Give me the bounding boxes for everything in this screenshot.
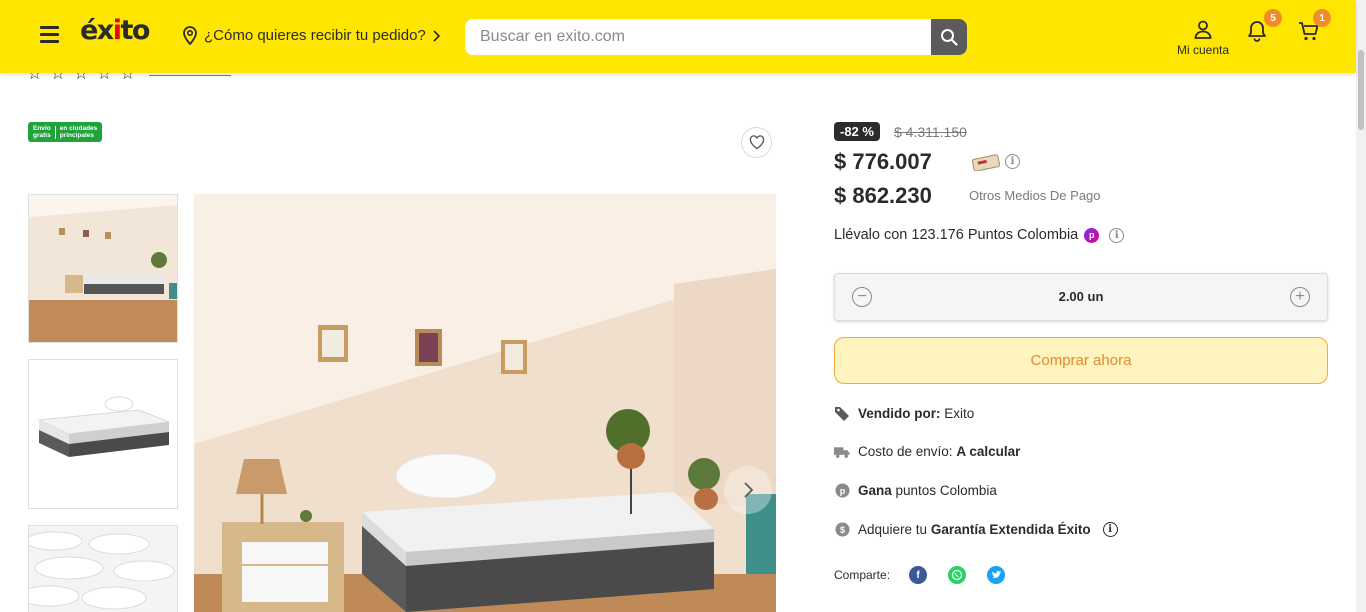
earn-label: Gana <box>858 483 892 498</box>
shipping-value: A calcular <box>956 444 1021 459</box>
bedroom-image <box>194 194 776 612</box>
free-shipping-text: gratis <box>33 132 51 139</box>
free-shipping-badge: Envío gratis en ciudades principales <box>28 122 103 142</box>
free-shipping-text: principales <box>59 132 95 139</box>
notifications-button[interactable]: 5 <box>1245 9 1282 48</box>
shipping-label: Costo de envío: <box>858 444 953 459</box>
exito-logo[interactable]: éxito <box>80 15 150 46</box>
user-icon <box>1194 20 1212 39</box>
other-payment-price: $ 862.230 <box>834 183 932 208</box>
warranty-info-icon[interactable]: i <box>1102 522 1118 537</box>
product-thumbnail[interactable] <box>28 525 178 612</box>
warranty-link[interactable]: Garantía Extendida Éxito <box>931 522 1091 537</box>
truck-icon <box>834 445 850 459</box>
heart-icon <box>749 135 764 150</box>
puntos-colombia-icon: p <box>1084 227 1100 243</box>
location-pin-icon <box>183 26 197 45</box>
scrollbar-thumb[interactable] <box>1358 50 1364 130</box>
seller-link[interactable]: Exito <box>944 406 974 421</box>
dollar-icon: $ <box>834 522 850 537</box>
points-info-icon[interactable]: i <box>1109 227 1125 243</box>
product-thumbnail[interactable] <box>28 359 178 509</box>
seller-row: Vendido por: Exito <box>834 405 974 421</box>
mattress-thumbnail-image <box>29 360 177 508</box>
page-scrollbar[interactable] <box>1356 0 1366 612</box>
svg-text:p: p <box>839 486 845 496</box>
product-page: ☆ ☆ ☆ ☆ ☆ éxito ¿Cómo quieres recibir tu… <box>0 0 1366 612</box>
tag-icon <box>834 405 850 421</box>
quantity-value: 2.00 un <box>1058 289 1104 304</box>
original-price: $ 4.311.150 <box>894 124 967 140</box>
notifications-badge: 5 <box>1264 9 1282 27</box>
product-thumbnail[interactable] <box>28 194 178 343</box>
cart-badge: 1 <box>1313 9 1331 27</box>
price-info-icon[interactable]: i <box>1005 154 1020 169</box>
main-product-image[interactable] <box>194 194 776 612</box>
free-shipping-text: en ciudades <box>59 125 98 132</box>
search-icon <box>941 29 958 46</box>
room-thumbnail-image <box>29 195 177 342</box>
increase-quantity-button[interactable]: + <box>1290 287 1310 307</box>
hamburger-menu-icon[interactable] <box>40 26 59 43</box>
points-row: Llévalo con 123.176 Puntos Colombia p i <box>834 227 1125 243</box>
location-prompt: ¿Cómo quieres recibir tu pedido? <box>204 27 426 44</box>
warranty-row: $ Adquiere tu Garantía Extendida Éxito i <box>834 522 1118 537</box>
twitter-icon[interactable] <box>987 566 1006 584</box>
earn-text: puntos Colombia <box>895 483 997 498</box>
delivery-location-selector[interactable]: ¿Cómo quieres recibir tu pedido? <box>182 26 440 45</box>
chevron-right-icon <box>433 29 440 42</box>
buy-now-button[interactable]: Comprar ahora <box>834 337 1328 384</box>
search-input[interactable] <box>465 19 931 55</box>
cart-button[interactable]: 1 <box>1297 9 1331 48</box>
search-bar <box>465 19 967 55</box>
whatsapp-icon[interactable] <box>948 566 967 584</box>
next-image-button[interactable] <box>724 466 772 514</box>
puntos-icon: p <box>834 483 850 498</box>
site-header: éxito ¿Cómo quieres recibir tu pedido? M… <box>0 0 1356 73</box>
share-row: Comparte: f <box>834 566 1006 584</box>
earn-points-row: p Gana puntos Colombia <box>834 483 997 498</box>
card-price: $ 776.007 <box>834 149 932 174</box>
svg-text:$: $ <box>839 525 844 535</box>
other-payment-label: Otros Medios De Pago <box>969 188 1101 203</box>
seller-label: Vendido por: <box>858 405 941 421</box>
facebook-icon[interactable]: f <box>909 566 928 584</box>
favorite-button[interactable] <box>741 127 772 158</box>
account-label: Mi cuenta <box>1176 43 1230 57</box>
shipping-row: Costo de envío: A calcular <box>834 444 1020 459</box>
free-shipping-text: Envío <box>33 125 51 132</box>
warranty-prefix: Adquiere tu <box>858 522 928 537</box>
account-button[interactable]: Mi cuenta <box>1168 20 1238 57</box>
quantity-stepper: − 2.00 un + <box>834 273 1328 321</box>
search-button[interactable] <box>931 19 967 55</box>
texture-thumbnail-image <box>29 526 177 612</box>
exito-card-icon <box>970 153 1002 176</box>
chevron-right-icon <box>744 482 754 498</box>
discount-badge: -82 % <box>834 122 880 141</box>
points-text: Llévalo con 123.176 Puntos Colombia <box>834 227 1079 243</box>
share-label: Comparte: <box>834 568 891 582</box>
